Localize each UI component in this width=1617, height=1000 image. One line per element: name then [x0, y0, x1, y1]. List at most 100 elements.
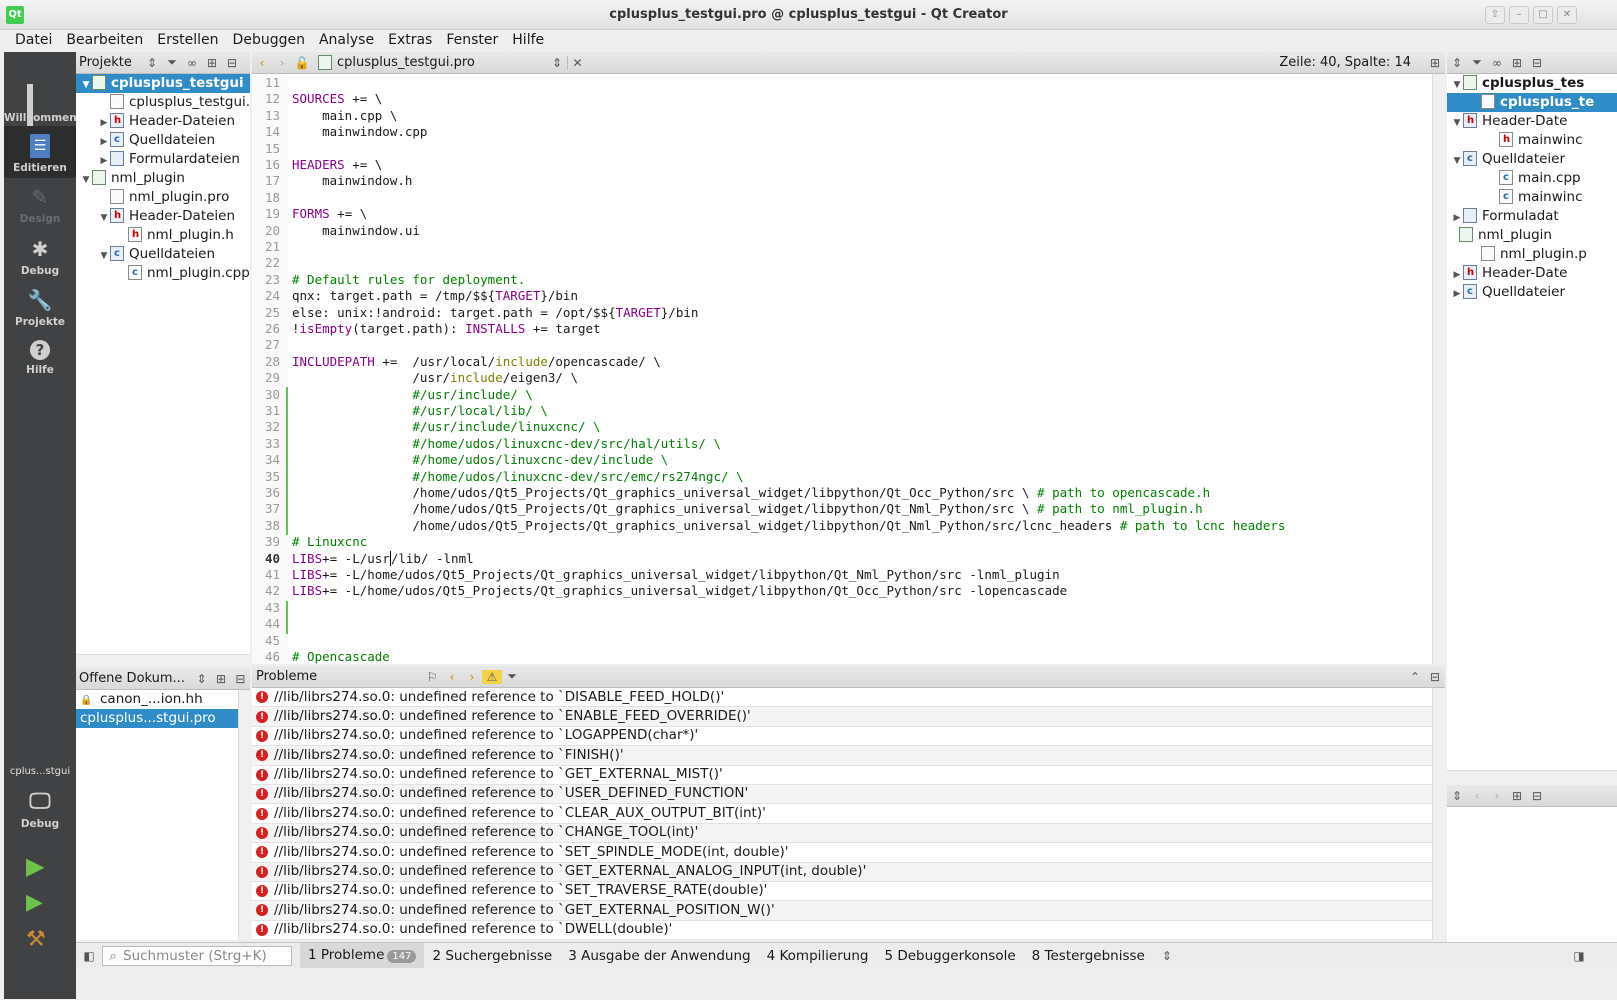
split-icon[interactable]: ⊞: [211, 672, 230, 686]
outline-hscrollbar[interactable]: [1447, 770, 1617, 782]
code-line[interactable]: 35 #/home/udos/linuxcnc-dev/src/emc/rs27…: [252, 469, 1432, 486]
tree-item[interactable]: ▶ Formuladat: [1447, 207, 1617, 226]
menu-item-erstellen[interactable]: Erstellen: [150, 30, 225, 52]
menu-item-datei[interactable]: Datei: [8, 30, 59, 52]
back-icon[interactable]: ‹: [1467, 789, 1487, 803]
project-tree-hscrollbar[interactable]: [76, 654, 250, 666]
tree-item[interactable]: ▶ Formulardateien: [76, 150, 250, 169]
code-line[interactable]: 28 INCLUDEPATH += /usr/local/include/open…: [252, 354, 1432, 371]
tree-item[interactable]: ▼ cplusplus_testgui: [76, 74, 250, 93]
maximize-button[interactable]: □: [1533, 6, 1553, 24]
forward-icon[interactable]: ›: [272, 56, 292, 70]
tree-item[interactable]: ▼Quelldateier: [1447, 149, 1617, 169]
toggle-sidebar-icon[interactable]: ◧: [76, 949, 102, 963]
tree-item[interactable]: nml_plugin.p: [1447, 245, 1617, 264]
problem-row[interactable]: ! //lib/librs274.so.0: undefined referenc…: [252, 823, 1432, 844]
sort-icon[interactable]: ⇕: [142, 56, 162, 70]
toggle-right-sidebar-icon[interactable]: ◨: [1569, 949, 1589, 963]
editor-scrollbar[interactable]: [1432, 74, 1444, 664]
code-line[interactable]: 39 # Linuxcnc: [252, 534, 1432, 551]
open-document-item[interactable]: cplusplus...stgui.pro: [76, 709, 238, 728]
output-pane-tab[interactable]: 8 Testergebnisse: [1024, 948, 1153, 964]
problem-row[interactable]: ! //lib/librs274.so.0: undefined referenc…: [252, 921, 1432, 940]
current-file-name[interactable]: cplusplus_testgui.pro: [337, 55, 547, 70]
code-line[interactable]: 34 #/home/udos/linuxcnc-dev/include \: [252, 452, 1432, 469]
output-pane-tab[interactable]: 3 Ausgabe der Anwendung: [560, 948, 758, 964]
tree-item[interactable]: ▶ Quelldateier: [1447, 282, 1617, 302]
problem-row[interactable]: ! //lib/librs274.so.0: undefined referenc…: [252, 766, 1432, 785]
warning-filter-icon[interactable]: ⚠: [482, 669, 502, 684]
mode-projekte[interactable]: 🔧 Projekte: [4, 280, 76, 332]
problem-row[interactable]: ! //lib/librs274.so.0: undefined referenc…: [252, 804, 1432, 824]
window-up-icon[interactable]: ⇧: [1485, 6, 1505, 24]
tree-item[interactable]: ▶Header-Date: [1447, 263, 1617, 283]
tree-item[interactable]: ▼Quelldateien: [76, 244, 250, 264]
tree-item[interactable]: ▼Header-Date: [1447, 111, 1617, 131]
build-hammer-icon[interactable]: ⚒: [26, 927, 54, 955]
code-editor[interactable]: 11 12 SOURCES += \ 13 main.cpp \ 14 mainwind…: [252, 74, 1432, 664]
output-pane-tab[interactable]: 4 Kompilierung: [759, 948, 877, 964]
code-line[interactable]: 13 main.cpp \: [252, 108, 1432, 125]
problem-row[interactable]: ! //lib/librs274.so.0: undefined referenc…: [252, 707, 1432, 727]
menu-item-debuggen[interactable]: Debuggen: [226, 30, 312, 52]
link-icon[interactable]: ∞: [182, 56, 202, 70]
debug-run-icon[interactable]: ▶: [26, 890, 54, 918]
tree-item[interactable]: nml_plugin.h: [76, 225, 250, 245]
problem-row[interactable]: ! //lib/librs274.so.0: undefined referenc…: [252, 727, 1432, 747]
mode-editieren[interactable]: ☰ Editieren: [4, 125, 76, 178]
clean-icon[interactable]: ⚐: [422, 670, 442, 684]
tree-item[interactable]: cplusplus_testgui.pro: [76, 93, 250, 112]
close-panel-icon[interactable]: ⊟: [222, 56, 242, 70]
code-line[interactable]: 24 qnx: target.path = /tmp/$${TARGET}/bin: [252, 288, 1432, 305]
code-line[interactable]: 40 LIBS+= -L/usr/lib/ -lnml: [252, 550, 1432, 568]
menu-item-bearbeiten[interactable]: Bearbeiten: [59, 30, 150, 52]
problem-row[interactable]: ! //lib/librs274.so.0: undefined referenc…: [252, 862, 1432, 882]
code-line[interactable]: 19 FORMS += \: [252, 206, 1432, 223]
filter-icon[interactable]: ⏷: [1467, 55, 1487, 70]
code-line[interactable]: 36 /home/udos/Qt5_Projects/Qt_graphics_u…: [252, 485, 1432, 502]
split-icon[interactable]: ⊞: [1507, 56, 1527, 70]
mode-hilfe[interactable]: ? Hilfe: [4, 332, 76, 384]
tree-item[interactable]: cplusplus_te: [1447, 93, 1617, 112]
code-line[interactable]: 22: [252, 255, 1432, 272]
forward-icon[interactable]: ›: [1487, 789, 1507, 803]
tree-item[interactable]: nml_plugin: [1447, 226, 1617, 245]
tree-item[interactable]: ▼ nml_plugin: [76, 169, 250, 188]
prev-problem-icon[interactable]: ‹: [442, 670, 462, 684]
menu-item-hilfe[interactable]: Hilfe: [505, 30, 551, 52]
close-panel-icon[interactable]: ⊟: [1527, 56, 1547, 70]
code-line[interactable]: 14 mainwindow.cpp: [252, 124, 1432, 141]
more-panes-icon[interactable]: ⇕: [1157, 949, 1177, 963]
back-icon[interactable]: ‹: [252, 56, 272, 70]
tree-item[interactable]: mainwinc: [1447, 187, 1617, 207]
cursor-position[interactable]: Zeile: 40, Spalte: 14: [1279, 55, 1425, 70]
code-line[interactable]: 27: [252, 337, 1432, 354]
sort-icon[interactable]: ⇕: [1447, 56, 1467, 70]
next-problem-icon[interactable]: ›: [462, 670, 482, 684]
tree-item[interactable]: mainwinc: [1447, 130, 1617, 150]
tree-item[interactable]: main.cpp: [1447, 168, 1617, 188]
problem-row[interactable]: ! //lib/librs274.so.0: undefined referenc…: [252, 843, 1432, 863]
problems-scrollbar[interactable]: [1432, 688, 1444, 940]
code-line[interactable]: 29 /usr/include/eigen3/ \: [252, 370, 1432, 387]
tree-item[interactable]: ▶Quelldateien: [76, 130, 250, 150]
open-docs-scrollbar[interactable]: [238, 690, 250, 940]
code-line[interactable]: 21: [252, 239, 1432, 256]
code-line[interactable]: 46 # Opencascade: [252, 649, 1432, 664]
close-panel-icon[interactable]: ⊟: [1425, 670, 1445, 684]
locator-input[interactable]: ⌕ Suchmuster (Strg+K): [102, 945, 292, 966]
mode-willkommen[interactable]: Willkommen: [4, 74, 77, 138]
output-pane-tab[interactable]: 1 Probleme 147: [300, 943, 425, 968]
close-panel-icon[interactable]: ⊟: [1527, 789, 1547, 803]
code-line[interactable]: 42 LIBS+= -L/home/udos/Qt5_Projects/Qt_gr…: [252, 583, 1432, 600]
kit-selector[interactable]: 🖵 Debug: [4, 782, 76, 834]
code-line[interactable]: 17 mainwindow.h: [252, 173, 1432, 190]
problem-row[interactable]: ! //lib/librs274.so.0: undefined referenc…: [252, 688, 1432, 708]
code-line[interactable]: 41 LIBS+= -L/home/udos/Qt5_Projects/Qt_gr…: [252, 567, 1432, 584]
menu-item-analyse[interactable]: Analyse: [312, 30, 381, 52]
code-line[interactable]: 11: [252, 75, 1432, 92]
menu-item-fenster[interactable]: Fenster: [439, 30, 505, 52]
code-line[interactable]: 43: [252, 600, 1432, 617]
link-icon[interactable]: ∞: [1487, 56, 1507, 70]
code-line[interactable]: 15: [252, 141, 1432, 158]
